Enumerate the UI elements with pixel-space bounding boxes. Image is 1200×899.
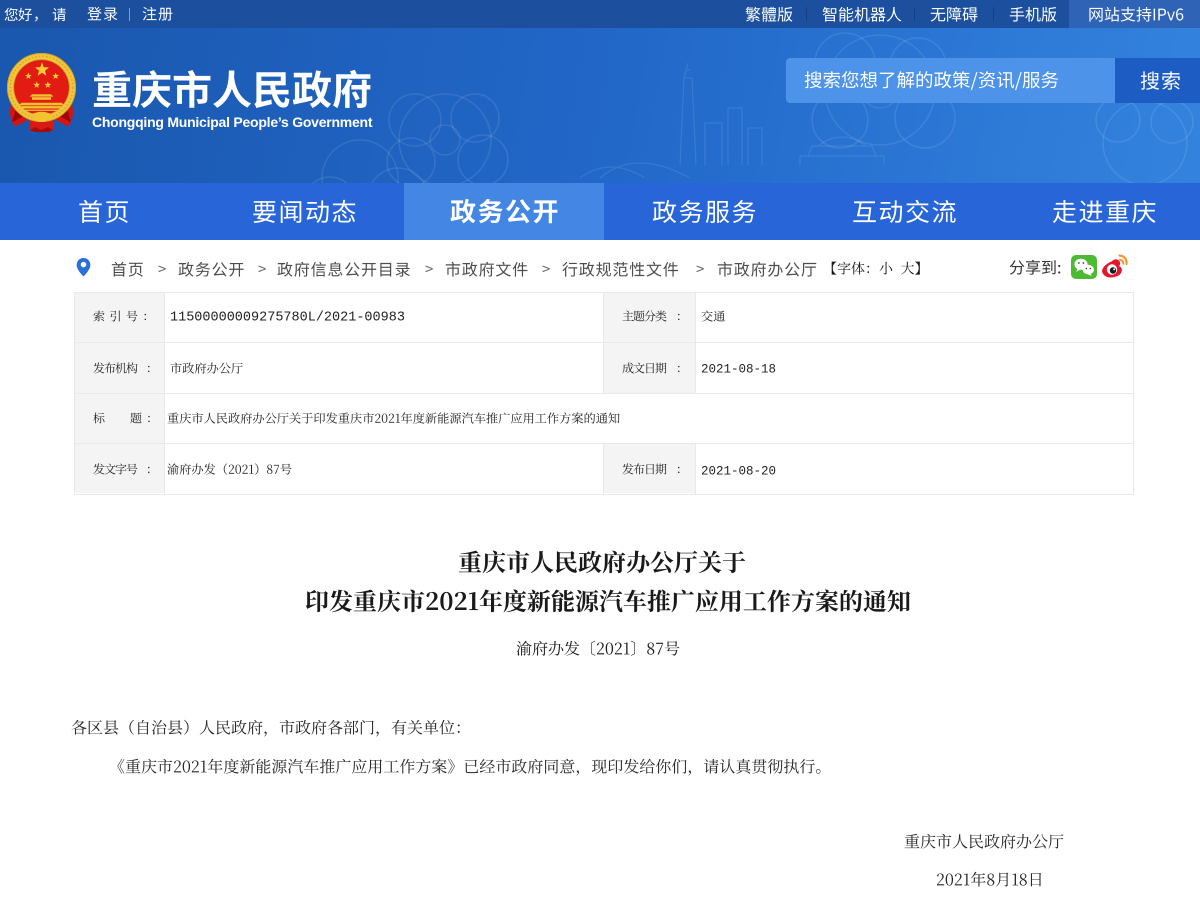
svg-text:Chongqing Municipal People’s G: Chongqing Municipal People’s Government [92, 114, 373, 130]
svg-text:11500000009275780L/2021-00983: 11500000009275780L/2021-00983 [170, 311, 405, 326]
svg-text:2021-08-18: 2021-08-18 [701, 363, 776, 377]
svg-text:2021-08-20: 2021-08-20 [701, 464, 776, 478]
